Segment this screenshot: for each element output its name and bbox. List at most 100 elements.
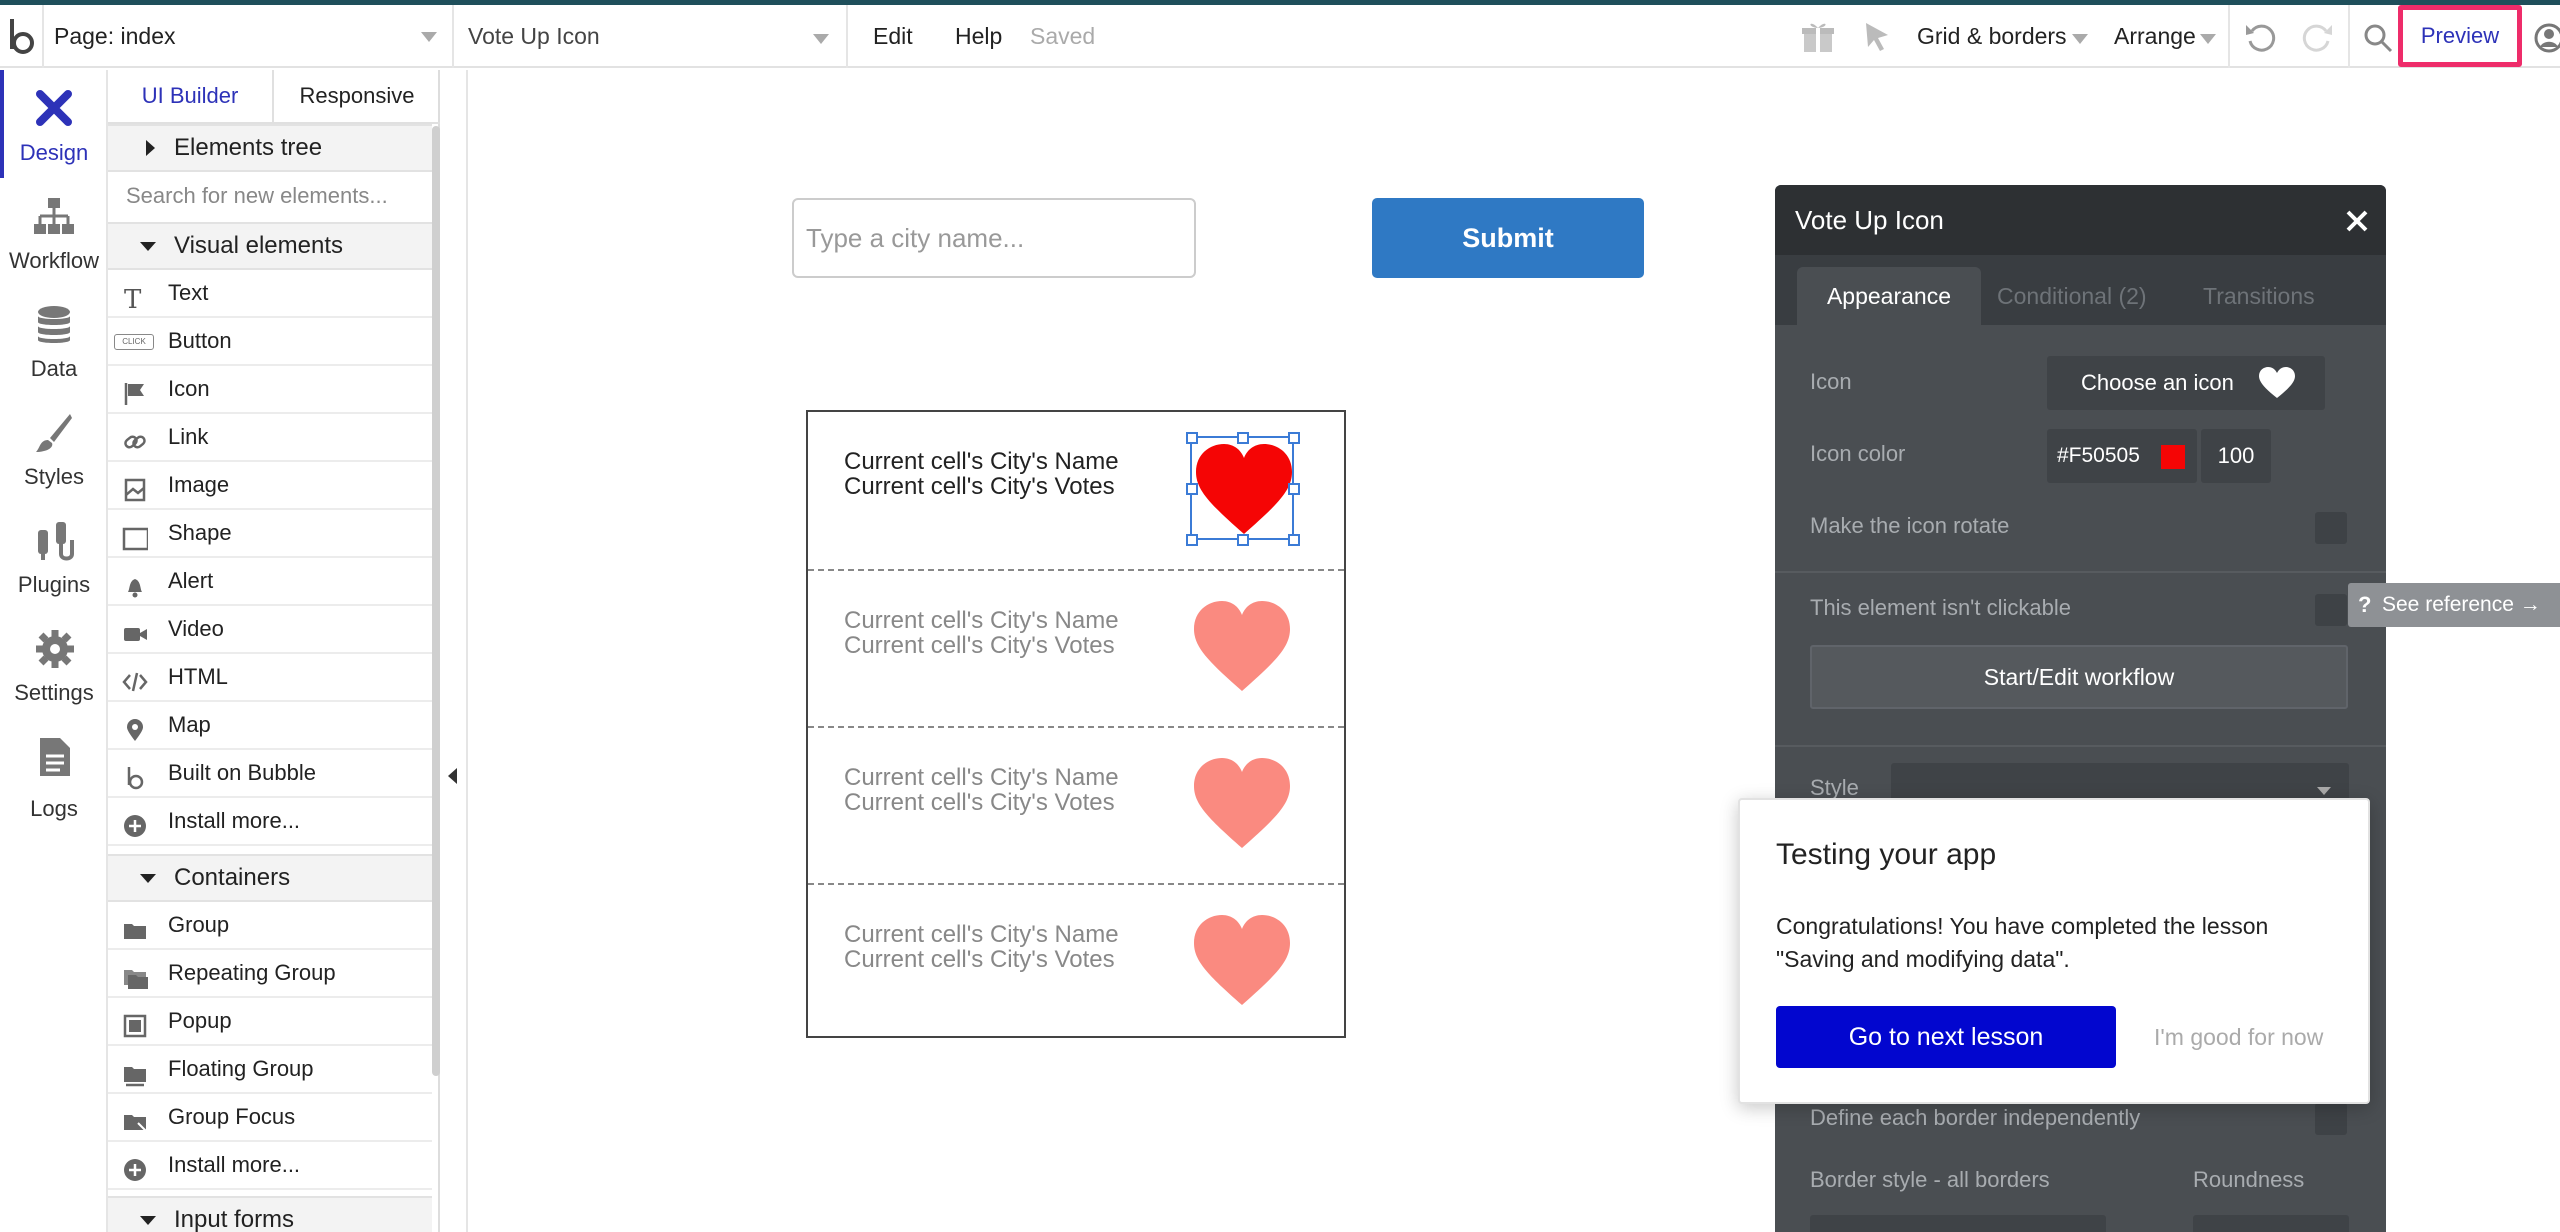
vote-up-heart-icon[interactable] <box>1186 432 1300 546</box>
icon-label: Icon <box>1810 369 1852 394</box>
design-icon <box>36 90 72 126</box>
tab-logs[interactable]: Logs <box>0 718 108 826</box>
repeating-group-cell[interactable]: Current cell's City's Name Current cell's… <box>808 726 1344 883</box>
palette-item-image[interactable]: Image <box>108 462 432 510</box>
elements-tree-toggle[interactable]: Elements tree <box>108 124 432 172</box>
tab-conditional[interactable]: Conditional (2) <box>1997 267 2147 325</box>
selection-handle[interactable] <box>1186 534 1198 546</box>
choose-icon-button[interactable]: Choose an icon <box>2047 356 2325 410</box>
border-independent-checkbox[interactable] <box>2315 1103 2347 1135</box>
tab-ui-builder[interactable]: UI Builder <box>108 70 274 124</box>
palette-item-group-focus[interactable]: Group Focus <box>108 1094 432 1142</box>
icon-color-picker[interactable]: #F50505 <box>2047 429 2197 483</box>
close-icon[interactable] <box>2345 209 2369 233</box>
palette-item-label: Floating Group <box>168 1056 314 1081</box>
input-forms-header[interactable]: Input forms <box>108 1196 432 1232</box>
palette-item-repeating-group[interactable]: Repeating Group <box>108 950 432 998</box>
containers-header[interactable]: Containers <box>108 854 432 902</box>
palette-item-floating-group[interactable]: Floating Group <box>108 1046 432 1094</box>
preview-button[interactable]: Preview <box>2398 5 2522 67</box>
page-selector[interactable]: Page: index <box>54 5 175 68</box>
palette-item-icon[interactable]: Icon <box>108 366 432 414</box>
collapse-palette-handle[interactable] <box>442 70 468 1232</box>
tab-design-label: Design <box>19 140 89 165</box>
tab-transitions[interactable]: Transitions <box>2203 267 2315 325</box>
lesson-complete-dialog: Testing your app Congratulations! You ha… <box>1738 798 2370 1104</box>
tab-plugins[interactable]: Plugins <box>0 502 108 610</box>
video-icon <box>122 617 148 643</box>
selection-handle[interactable] <box>1186 483 1198 495</box>
palette-item-label: Shape <box>168 520 232 545</box>
vote-up-heart-icon[interactable] <box>1190 595 1294 699</box>
text-icon: T <box>122 281 148 315</box>
menu-edit[interactable]: Edit <box>873 5 913 68</box>
button-badge: CLICK <box>114 334 154 350</box>
element-palette: UI Builder Responsive Elements tree Sear… <box>108 70 440 1232</box>
city-name-text: Current cell's City's Name <box>844 921 1119 948</box>
palette-item-label: Popup <box>168 1008 232 1033</box>
tab-appearance[interactable]: Appearance <box>1797 267 1981 325</box>
palette-item-text[interactable]: T Text <box>108 270 432 318</box>
selection-handle[interactable] <box>1237 432 1249 444</box>
bubble-logo-icon[interactable] <box>4 17 40 57</box>
vote-up-heart-icon[interactable] <box>1190 752 1294 856</box>
palette-item-link[interactable]: Link <box>108 414 432 462</box>
tab-settings[interactable]: Settings <box>0 610 108 718</box>
tab-workflow[interactable]: Workflow <box>0 178 108 286</box>
vote-up-heart-icon[interactable] <box>1190 909 1294 1013</box>
repeating-group-cell[interactable]: Current cell's City's Name Current cell's… <box>808 883 1344 1040</box>
cities-repeating-group[interactable]: Current cell's City's Name Current cell's… <box>806 410 1346 1038</box>
selection-handle[interactable] <box>1186 432 1198 444</box>
visual-elements-header[interactable]: Visual elements <box>108 222 432 270</box>
search-icon[interactable] <box>2362 22 2394 54</box>
palette-item-label: Text <box>168 280 209 305</box>
repeating-group-cell[interactable]: Current cell's City's Name Current cell's… <box>808 412 1344 569</box>
rotate-checkbox[interactable] <box>2315 512 2347 544</box>
selection-handle[interactable] <box>1288 432 1300 444</box>
selection-handle[interactable] <box>1288 534 1300 546</box>
palette-item-install-more[interactable]: Install more... <box>108 1142 432 1190</box>
palette-item-map[interactable]: Map <box>108 702 432 750</box>
im-good-for-now-link[interactable]: I'm good for now <box>2154 1006 2323 1068</box>
arrange-menu[interactable]: Arrange <box>2114 5 2196 68</box>
tab-responsive[interactable]: Responsive <box>274 70 440 124</box>
palette-item-built-on-bubble[interactable]: Built on Bubble <box>108 750 432 798</box>
palette-item-html[interactable]: HTML <box>108 654 432 702</box>
cursor-icon[interactable] <box>1862 21 1892 53</box>
city-name-input[interactable]: Type a city name... <box>792 198 1196 278</box>
floating-group-icon <box>122 1057 148 1087</box>
border-style-dropdown[interactable] <box>1810 1215 2106 1232</box>
palette-item-shape[interactable]: Shape <box>108 510 432 558</box>
palette-scrollbar[interactable] <box>432 126 440 1076</box>
not-clickable-checkbox[interactable] <box>2315 594 2347 626</box>
start-edit-workflow-button[interactable]: Start/Edit workflow <box>1810 645 2348 709</box>
submit-button[interactable]: Submit <box>1372 198 1644 278</box>
palette-item-install-more[interactable]: Install more... <box>108 798 432 846</box>
undo-icon[interactable] <box>2244 21 2278 53</box>
icon-color-label: Icon color <box>1810 441 1906 466</box>
grid-borders-menu[interactable]: Grid & borders <box>1917 5 2067 68</box>
palette-item-alert[interactable]: Alert <box>108 558 432 606</box>
menu-help[interactable]: Help <box>955 5 1002 68</box>
palette-item-popup[interactable]: Popup <box>108 998 432 1046</box>
selection-handle[interactable] <box>1237 534 1249 546</box>
property-editor-header[interactable]: Vote Up Icon <box>1775 185 2386 255</box>
go-to-next-lesson-button[interactable]: Go to next lesson <box>1776 1006 2116 1068</box>
repeating-group-cell[interactable]: Current cell's City's Name Current cell's… <box>808 569 1344 726</box>
element-selector[interactable]: Vote Up Icon <box>468 5 600 68</box>
palette-item-video[interactable]: Video <box>108 606 432 654</box>
palette-item-button[interactable]: CLICK Button <box>108 318 432 366</box>
selection-handle[interactable] <box>1288 483 1300 495</box>
icon-opacity-input[interactable]: 100 <box>2201 429 2271 483</box>
palette-item-group[interactable]: Group <box>108 902 432 950</box>
tab-data[interactable]: Data <box>0 286 108 394</box>
tab-styles[interactable]: Styles <box>0 394 108 502</box>
gift-icon[interactable] <box>1800 19 1836 55</box>
roundness-input[interactable] <box>2193 1215 2349 1232</box>
tab-design[interactable]: Design <box>0 70 108 178</box>
plus-circle-icon <box>122 1153 148 1181</box>
redo-icon[interactable] <box>2300 21 2334 53</box>
user-avatar-icon[interactable] <box>2534 22 2560 54</box>
see-reference-button[interactable]: ? See reference → <box>2348 583 2560 627</box>
element-search-input[interactable]: Search for new elements... <box>126 172 426 220</box>
